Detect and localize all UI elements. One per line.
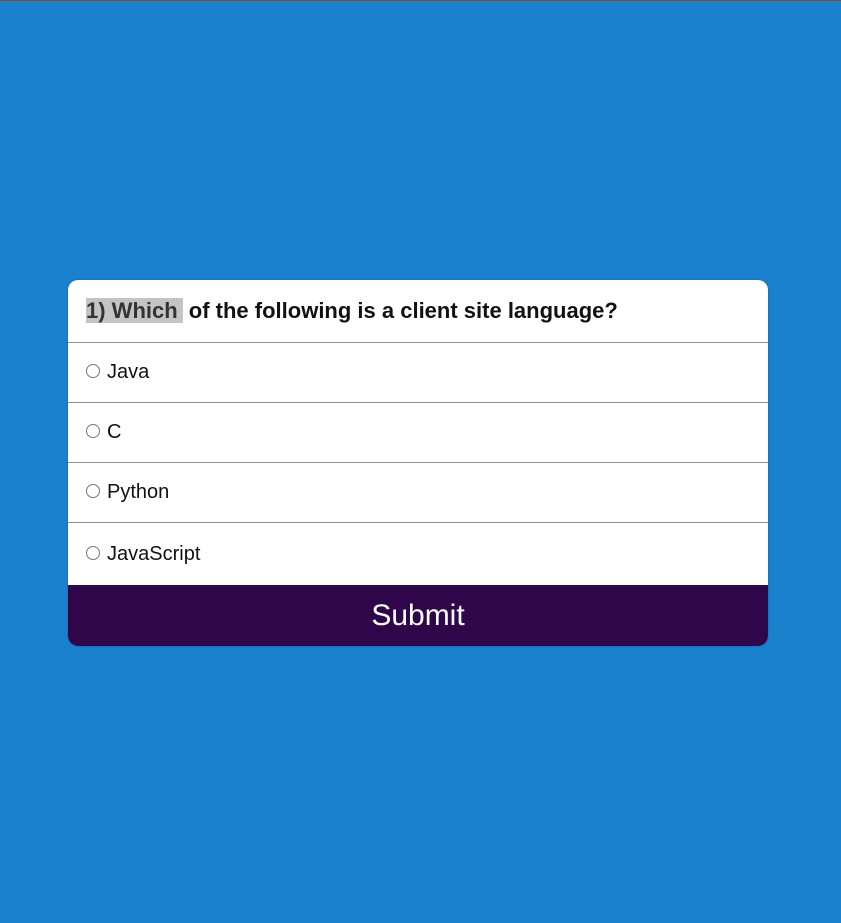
radio-button-javascript[interactable]	[86, 545, 100, 560]
option-label-python: Python	[107, 481, 170, 503]
option-label-javascript: JavaScript	[107, 542, 201, 565]
question-text: 1) Which of the following is a client si…	[68, 280, 768, 343]
option-python[interactable]: Python	[68, 463, 768, 523]
option-label-java: Java	[107, 361, 150, 383]
radio-button-python[interactable]	[86, 484, 100, 498]
option-c[interactable]: C	[68, 403, 768, 463]
radio-button-java[interactable]	[86, 364, 100, 378]
question-highlight: 1) Which	[86, 298, 183, 323]
question-body: of the following is a client site langua…	[182, 298, 618, 323]
radio-button-c[interactable]	[86, 424, 100, 438]
submit-button[interactable]: Submit	[68, 585, 768, 646]
option-label-c: C	[107, 421, 122, 443]
option-javascript[interactable]: JavaScript	[68, 523, 768, 585]
option-java[interactable]: Java	[68, 343, 768, 403]
quiz-card: 1) Which of the following is a client si…	[68, 280, 768, 646]
